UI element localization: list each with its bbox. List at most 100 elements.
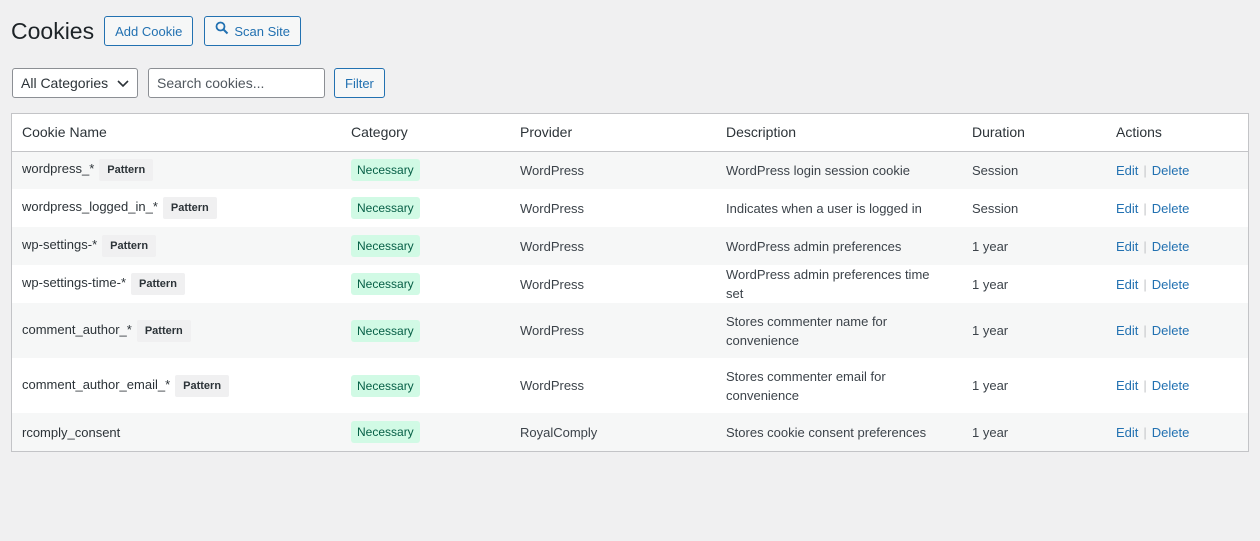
delete-link[interactable]: Delete bbox=[1152, 425, 1190, 440]
pattern-badge: Pattern bbox=[162, 197, 217, 219]
category-select-value: All Categories bbox=[21, 75, 109, 91]
table-header-row: Cookie Name Category Provider Descriptio… bbox=[12, 114, 1248, 152]
cookie-name-cell: wordpress_logged_in_* Pattern bbox=[12, 189, 341, 227]
category-cell: Necessary bbox=[341, 227, 510, 265]
category-cell: Necessary bbox=[341, 303, 510, 358]
cookie-name-cell: rcomply_consent bbox=[12, 413, 341, 451]
category-select[interactable]: All Categories bbox=[12, 68, 138, 98]
duration-cell: 1 year bbox=[972, 323, 1009, 338]
provider-cell: WordPress bbox=[520, 323, 585, 338]
cookies-table: Cookie Name Category Provider Descriptio… bbox=[11, 113, 1249, 452]
category-badge: Necessary bbox=[351, 273, 420, 295]
duration-cell: 1 year bbox=[972, 378, 1009, 393]
cookie-name-cell: wordpress_* Pattern bbox=[12, 151, 341, 189]
filter-button[interactable]: Filter bbox=[334, 68, 385, 98]
delete-link[interactable]: Delete bbox=[1152, 201, 1190, 216]
scan-site-label: Scan Site bbox=[234, 23, 290, 39]
description-cell: WordPress login session cookie bbox=[726, 162, 911, 178]
category-badge: Necessary bbox=[351, 235, 420, 257]
scan-site-button[interactable]: Scan Site bbox=[204, 16, 301, 46]
column-header: Provider bbox=[510, 114, 716, 152]
delete-link[interactable]: Delete bbox=[1152, 323, 1190, 338]
description-cell: WordPress admin preferences time set bbox=[726, 267, 930, 301]
category-badge: Necessary bbox=[351, 319, 420, 342]
description-cell: Stores cookie consent preferences bbox=[726, 424, 927, 440]
duration-cell: 1 year bbox=[972, 238, 1009, 254]
table-row: comment_author_* Pattern Necessary WordPres… bbox=[12, 303, 1248, 358]
duration-cell: Session bbox=[972, 162, 1019, 178]
search-icon bbox=[215, 21, 229, 35]
cookie-name-cell: comment_author_email_* Pattern bbox=[12, 358, 341, 413]
edit-link[interactable]: Edit bbox=[1116, 163, 1138, 178]
column-header: Cookie Name bbox=[12, 114, 341, 152]
table-row: rcomply_consent Necessary RoyalComply Store… bbox=[12, 413, 1248, 451]
edit-link[interactable]: Edit bbox=[1116, 425, 1138, 440]
cookie-name: wp-settings-* bbox=[22, 237, 98, 252]
column-header: Description bbox=[716, 114, 962, 152]
category-badge: Necessary bbox=[351, 421, 420, 443]
action-separator: | bbox=[1143, 276, 1147, 292]
description-cell: Stores commenter email for convenience bbox=[726, 368, 886, 403]
cookie-name-cell: wp-settings-time-* Pattern bbox=[12, 265, 341, 303]
category-cell: Necessary bbox=[341, 358, 510, 413]
page-header: Cookies Add Cookie Scan Site bbox=[11, 16, 312, 46]
table-row: wordpress_logged_in_* Pattern Necessary Wor… bbox=[12, 189, 1248, 227]
actions-cell: Edit | Delete bbox=[1106, 227, 1248, 265]
category-cell: Necessary bbox=[341, 189, 510, 227]
edit-link[interactable]: Edit bbox=[1116, 378, 1138, 393]
table-row: wordpress_* Pattern Necessary WordPress Word… bbox=[12, 151, 1248, 189]
delete-link[interactable]: Delete bbox=[1152, 163, 1190, 178]
add-cookie-button[interactable]: Add Cookie bbox=[104, 16, 194, 46]
provider-cell: WordPress bbox=[520, 276, 585, 292]
cookie-name: comment_author_email_* bbox=[22, 376, 171, 392]
description-cell: Indicates when a user is logged in bbox=[726, 200, 922, 216]
delete-link[interactable]: Delete bbox=[1152, 277, 1190, 292]
pattern-badge: Pattern bbox=[136, 319, 191, 342]
pattern-badge: Pattern bbox=[99, 159, 154, 182]
edit-link[interactable]: Edit bbox=[1116, 201, 1138, 216]
actions-cell: Edit | Delete bbox=[1106, 265, 1248, 303]
cookie-name: comment_author_* bbox=[22, 321, 132, 337]
actions-cell: Edit | Delete bbox=[1106, 189, 1248, 227]
provider-cell: WordPress bbox=[520, 378, 585, 393]
description-cell: WordPress admin preferences bbox=[726, 238, 902, 254]
table-row: comment_author_email_* Pattern Necessary Wo… bbox=[12, 358, 1248, 413]
duration-cell: Session bbox=[972, 200, 1019, 216]
action-separator: | bbox=[1143, 424, 1147, 440]
table-row: wp-settings-* Pattern Necessary WordPress Wo… bbox=[12, 227, 1248, 265]
page-title: Cookies bbox=[11, 18, 95, 44]
delete-link[interactable]: Delete bbox=[1152, 378, 1190, 393]
edit-link[interactable]: Edit bbox=[1116, 323, 1138, 338]
action-separator: | bbox=[1143, 200, 1147, 216]
description-cell: Stores commenter name for convenience bbox=[726, 313, 888, 348]
cookie-name-cell: comment_author_* Pattern bbox=[12, 303, 341, 358]
actions-cell: Edit | Delete bbox=[1106, 151, 1248, 189]
duration-cell: 1 year bbox=[972, 276, 1009, 292]
action-separator: | bbox=[1143, 323, 1147, 338]
cookie-name: rcomply_consent bbox=[22, 424, 121, 440]
actions-cell: Edit | Delete bbox=[1106, 358, 1248, 413]
cookie-name: wordpress_logged_in_* bbox=[22, 199, 158, 214]
cookie-name: wp-settings-time-* bbox=[22, 275, 127, 290]
search-input[interactable] bbox=[148, 68, 325, 98]
category-badge: Necessary bbox=[351, 374, 420, 397]
action-separator: | bbox=[1143, 162, 1147, 178]
edit-link[interactable]: Edit bbox=[1116, 239, 1138, 254]
provider-cell: WordPress bbox=[520, 238, 585, 254]
provider-cell: WordPress bbox=[520, 162, 585, 178]
action-separator: | bbox=[1143, 378, 1147, 393]
actions-cell: Edit | Delete bbox=[1106, 413, 1248, 451]
category-badge: Necessary bbox=[351, 159, 420, 182]
provider-cell: RoyalComply bbox=[520, 424, 598, 440]
actions-cell: Edit | Delete bbox=[1106, 303, 1248, 358]
edit-link[interactable]: Edit bbox=[1116, 277, 1138, 292]
table-row: wp-settings-time-* Pattern Necessary WordPr… bbox=[12, 265, 1248, 303]
category-cell: Necessary bbox=[341, 413, 510, 451]
pattern-badge: Pattern bbox=[131, 273, 185, 295]
delete-link[interactable]: Delete bbox=[1152, 239, 1190, 254]
action-separator: | bbox=[1143, 238, 1147, 254]
filter-bar: All Categories Filter bbox=[12, 68, 385, 98]
pattern-badge: Pattern bbox=[175, 374, 230, 397]
category-cell: Necessary bbox=[341, 151, 510, 189]
provider-cell: WordPress bbox=[520, 200, 585, 216]
